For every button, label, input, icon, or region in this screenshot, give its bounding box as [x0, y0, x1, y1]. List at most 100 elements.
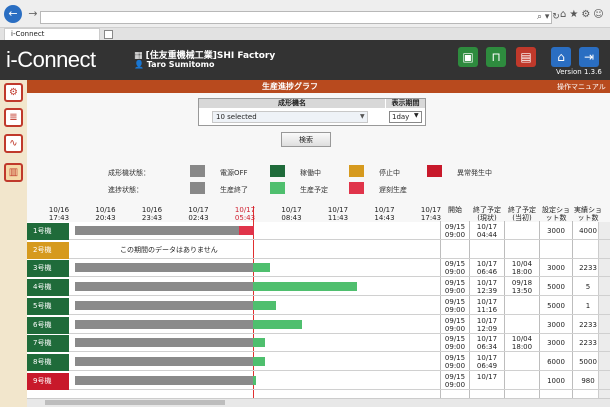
- document-icon[interactable]: ≣: [4, 108, 23, 127]
- cell-set: 6000: [547, 357, 565, 366]
- version-label: Version 1.3.6: [556, 68, 602, 76]
- finished-bar: [75, 300, 253, 310]
- cell-set: 3000: [547, 264, 565, 273]
- cell-end-now: 10/17 06:49: [476, 353, 498, 370]
- machine-name[interactable]: 3号機: [27, 260, 69, 278]
- legend-machine-label: 成形機状態：: [108, 169, 150, 177]
- browser-tab[interactable]: i-Connect: [4, 28, 100, 40]
- col-set-shots: 設定ショット数: [542, 206, 570, 222]
- planned-bar: [253, 356, 265, 366]
- col-actual-shots: 実績ショット数: [574, 206, 602, 222]
- col-end-now: 終了予定(現状): [473, 206, 501, 222]
- time-label: 10/17 08:43: [281, 206, 302, 222]
- horizontal-scroll-thumb[interactable]: [45, 400, 225, 405]
- col-end-orig: 終了予定(当初): [508, 206, 536, 222]
- machine-multiselect[interactable]: 10 selected: [212, 111, 368, 123]
- legend-progress-label: 進捗状態：: [108, 186, 143, 194]
- cell-start: 09/15 09:00: [444, 260, 466, 277]
- logout-icon[interactable]: ⇥: [579, 47, 599, 67]
- home-icon[interactable]: ⌂: [551, 47, 571, 67]
- legend-progress-item: 生産予定: [300, 186, 328, 194]
- legend-machine-item: 稼働中: [300, 169, 321, 177]
- back-button[interactable]: ←: [4, 5, 22, 23]
- search-refresh-icon[interactable]: ⌕ ▾ ↻: [537, 12, 560, 22]
- cell-end-orig: 09/18 13:50: [511, 279, 533, 296]
- machine-name[interactable]: 1号機: [27, 223, 69, 240]
- planned-bar: [253, 282, 357, 292]
- time-label: 10/16 20:43: [95, 206, 116, 222]
- time-label: 10/17 11:43: [327, 206, 349, 222]
- images-icon[interactable]: ▤: [516, 47, 536, 67]
- cell-start: 09/15 09:00: [444, 353, 466, 370]
- chevron-down-icon[interactable]: ▼: [414, 112, 419, 119]
- machine-name[interactable]: 6号機: [27, 316, 69, 334]
- cell-actual: 4000: [579, 227, 597, 235]
- cell-set: 1000: [547, 376, 565, 385]
- monitor-icon[interactable]: ▣: [458, 47, 478, 67]
- cell-set: 3000: [547, 339, 565, 348]
- legend-machine-item: 停止中: [379, 169, 400, 177]
- sidebar: [0, 80, 27, 407]
- chevron-down-icon[interactable]: ▼: [360, 113, 365, 120]
- cell-start: 09/15 09:00: [444, 279, 466, 296]
- trend-chart-icon[interactable]: ∿: [4, 134, 23, 153]
- time-label: 10/17 14:43: [374, 206, 395, 222]
- cell-end-orig: 10/04 18:00: [511, 335, 533, 352]
- no-data-note: この期間のデータはありません: [120, 245, 218, 254]
- time-label: 10/17 05:43: [234, 206, 256, 222]
- cell-start: 09/15 09:00: [444, 297, 466, 314]
- manual-link[interactable]: 操作マニュアル: [557, 82, 606, 92]
- table-row: [27, 241, 610, 259]
- time-label: 10/16 17:43: [48, 206, 70, 222]
- page-title: 生産進捗グラフ: [262, 82, 318, 91]
- machine-name[interactable]: 5号機: [27, 297, 69, 315]
- user-name: 👤 Taro Sumitomo: [134, 60, 215, 69]
- cell-actual: 5: [585, 283, 591, 292]
- cell-start: 09/15 09:00: [444, 335, 466, 352]
- machine-name[interactable]: 7号機: [27, 335, 69, 353]
- cell-set: 5000: [547, 301, 565, 310]
- cell-set: 3000: [547, 227, 565, 235]
- planned-bar: [253, 300, 276, 310]
- finished-bar: [75, 282, 253, 292]
- legend-swatch: [427, 165, 442, 177]
- cell-end-now: 10/17 06:46: [476, 260, 498, 277]
- cell-set: 5000: [547, 283, 565, 292]
- unlock-icon[interactable]: ⊓: [486, 47, 506, 67]
- finished-bar: [75, 375, 253, 385]
- bar-chart-icon[interactable]: ▥: [4, 163, 23, 182]
- finished-bar: [75, 263, 253, 273]
- legend-progress-item: 遅刻生産: [379, 186, 407, 194]
- machine-settings-icon[interactable]: ⚙: [4, 83, 23, 102]
- cell-set: 3000: [547, 320, 565, 329]
- cell-end-now: 10/17 12:39: [476, 279, 498, 296]
- url-input[interactable]: [40, 11, 552, 24]
- search-button[interactable]: 検索: [281, 132, 331, 147]
- browser-toolbar-icons[interactable]: ⌂★⚙☺: [560, 9, 607, 20]
- cell-actual: 5000: [579, 357, 597, 366]
- time-label: 10/16 23:43: [141, 206, 163, 222]
- cell-actual: 980: [581, 376, 595, 385]
- planned-bar: [253, 375, 256, 385]
- cell-start: 09/15 09:00: [444, 223, 466, 239]
- finished-bar: [75, 338, 253, 348]
- cell-actual: 2233: [579, 320, 597, 329]
- legend-progress-item: 生産終了: [220, 186, 248, 194]
- machine-name[interactable]: 9号機: [27, 372, 69, 390]
- user-icon: 👤: [134, 60, 147, 69]
- legend-swatch: [270, 165, 285, 177]
- cell-actual: 1: [585, 301, 591, 310]
- page-title-bar: [27, 80, 610, 93]
- legend-machine-item: 電源OFF: [220, 169, 248, 177]
- finished-bar: [75, 226, 239, 235]
- legend-swatch: [349, 182, 364, 194]
- machine-name[interactable]: 2号機: [27, 241, 69, 259]
- user-label: Taro Sumitomo: [146, 60, 215, 69]
- machine-name[interactable]: 8号機: [27, 353, 69, 371]
- finished-bar: [75, 319, 253, 329]
- cell-end-now: 10/17 04:44: [476, 223, 498, 239]
- cell-actual: 2233: [579, 264, 597, 273]
- new-tab-button[interactable]: [104, 30, 113, 39]
- cell-end-now: 10/17 12:09: [476, 316, 498, 333]
- machine-name[interactable]: 4号機: [27, 279, 69, 297]
